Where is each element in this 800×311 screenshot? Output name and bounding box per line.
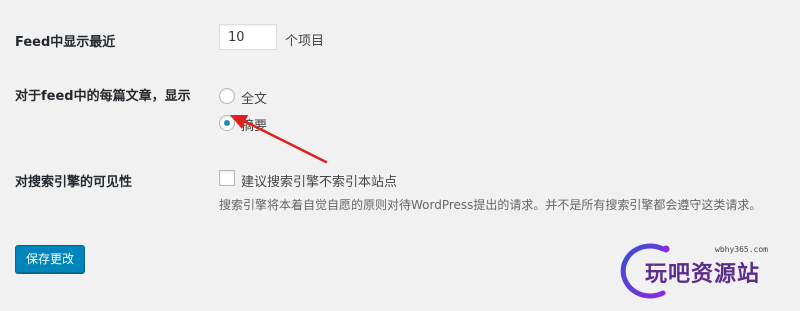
feed-count-suffix: 个项目 — [285, 34, 325, 49]
search-visibility-description: 搜索引擎将本着自觉自愿的原则对待WordPress提出的请求。并不是所有搜索引擎… — [219, 198, 762, 212]
feed-count-label: Feed中显示最近 — [15, 35, 116, 50]
search-visibility-label: 对搜索引擎的可见性 — [15, 175, 133, 190]
watermark-url: wbhy365.com — [715, 245, 768, 254]
annotation-arrow-icon — [230, 115, 328, 164]
discourage-search-label[interactable]: 建议搜索引擎不索引本站点 — [241, 171, 397, 190]
watermark-text: 玩吧资源站 — [645, 262, 761, 287]
feed-article-label: 对于feed中的每篇文章，显示 — [15, 89, 191, 104]
save-changes-button[interactable]: 保存更改 — [15, 245, 86, 273]
feed-count-input[interactable] — [219, 24, 277, 50]
radio-full-text-label[interactable]: 全文 — [241, 88, 267, 107]
radio-full-text[interactable] — [219, 88, 235, 104]
discourage-search-checkbox[interactable] — [219, 170, 235, 186]
